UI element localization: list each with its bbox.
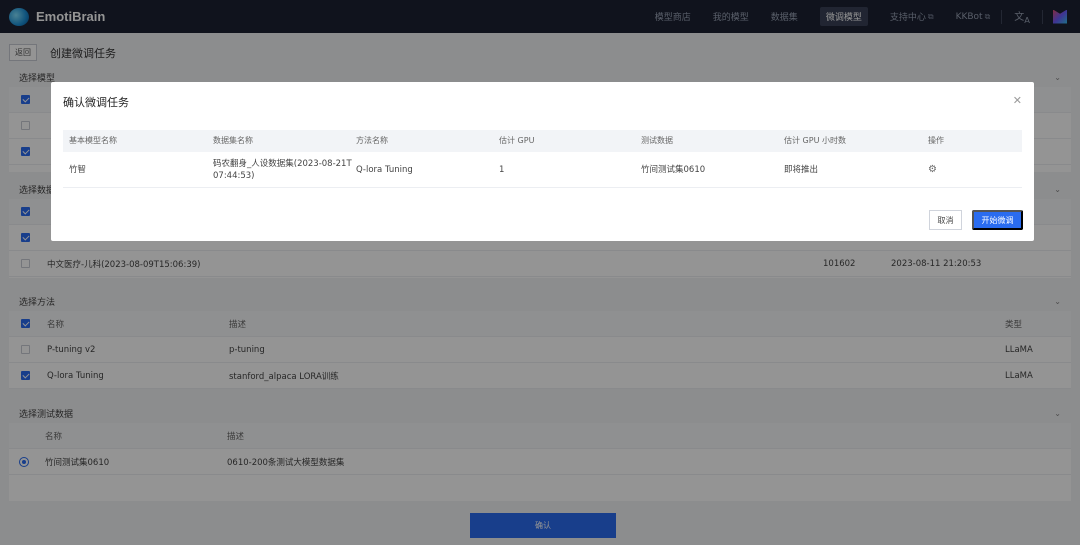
start-finetune-button[interactable]: 开始微调 xyxy=(972,210,1023,230)
column-header: 操作 xyxy=(928,136,944,145)
table-row: 竹智 码农翻身_人设数据集(2023-08-21T 07:44:53) Q-lo… xyxy=(63,152,1022,188)
column-header: 测试数据 xyxy=(641,136,673,145)
column-header: 估计 GPU 小时数 xyxy=(784,136,846,145)
column-header: 数据集名称 xyxy=(213,136,253,145)
dataset-name: 码农翻身_人设数据集(2023-08-21T 07:44:53) xyxy=(213,152,352,187)
confirm-finetune-modal: 确认微调任务 ✕ 基本模型名称 数据集名称 方法名称 估计 GPU 测试数据 估… xyxy=(51,82,1034,241)
dataset-name-line: 07:44:53) xyxy=(213,170,255,181)
column-header: 基本模型名称 xyxy=(69,136,117,145)
test-data-name: 竹间测试集0610 xyxy=(641,164,706,175)
column-header: 估计 GPU xyxy=(499,136,535,145)
gpu-estimate: 1 xyxy=(499,164,505,175)
column-header: 方法名称 xyxy=(356,136,388,145)
settings-icon[interactable]: ⚙ xyxy=(928,152,937,187)
dataset-name-line: 码农翻身_人设数据集(2023-08-21T xyxy=(213,158,352,169)
cancel-button[interactable]: 取消 xyxy=(929,210,962,230)
task-summary-table: 基本模型名称 数据集名称 方法名称 估计 GPU 测试数据 估计 GPU 小时数… xyxy=(63,130,1022,188)
model-name: 竹智 xyxy=(69,164,87,175)
close-icon[interactable]: ✕ xyxy=(1013,94,1022,107)
modal-title: 确认微调任务 xyxy=(63,96,129,109)
gpu-hours: 即将推出 xyxy=(784,164,819,175)
method-name: Q-lora Tuning xyxy=(356,164,413,175)
table-header: 基本模型名称 数据集名称 方法名称 估计 GPU 测试数据 估计 GPU 小时数… xyxy=(63,130,1022,152)
